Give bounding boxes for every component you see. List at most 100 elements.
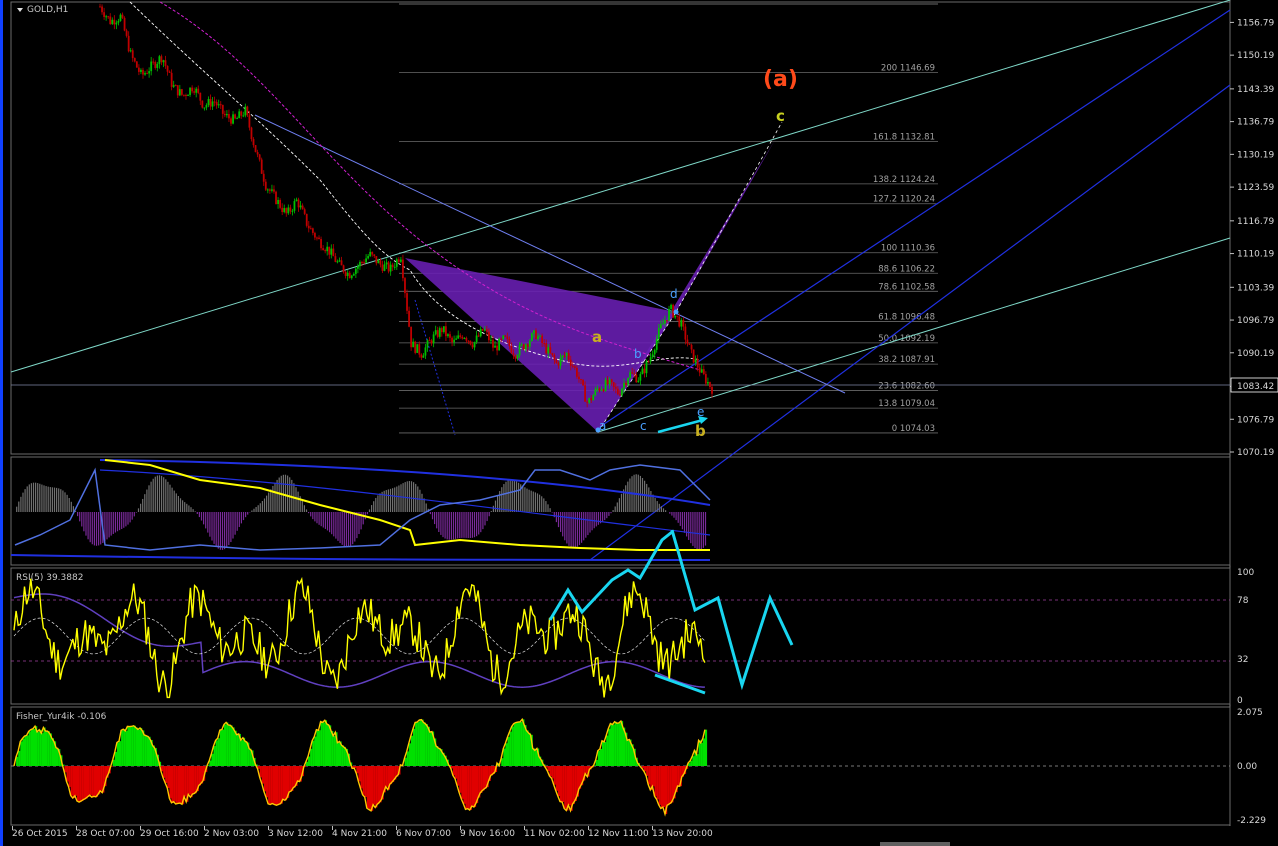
fisher-bar xyxy=(184,766,187,797)
histogram-bar xyxy=(658,503,660,512)
chart-window[interactable]: GOLD,H1 200 1146.69 161.8 1132.81 138.2 11… xyxy=(0,0,1278,846)
fisher-bar xyxy=(93,766,96,797)
histogram-bar xyxy=(345,512,347,547)
histogram-bar xyxy=(251,510,253,512)
candle-body xyxy=(387,262,390,272)
histogram-bar xyxy=(419,489,421,512)
histogram-bar xyxy=(137,508,140,512)
bottom-scrollbar[interactable] xyxy=(880,842,950,846)
candle-body xyxy=(479,328,482,337)
histogram-bar xyxy=(608,512,610,516)
histogram-bar xyxy=(150,481,152,512)
candle-body xyxy=(375,256,378,264)
candle-body xyxy=(709,382,711,387)
candle-body xyxy=(565,353,568,356)
candle-body xyxy=(690,344,693,350)
candle-body xyxy=(596,388,599,390)
histogram-bar xyxy=(337,512,339,541)
candle-body xyxy=(268,189,271,191)
candle-body xyxy=(406,293,408,311)
histogram-bar xyxy=(389,488,392,512)
candle-body xyxy=(334,256,337,262)
histogram-bar xyxy=(429,512,431,515)
price-tick-label: 1123.59 xyxy=(1237,183,1274,193)
fisher-bar xyxy=(83,766,86,800)
histogram-bar xyxy=(213,512,215,544)
fisher-bar xyxy=(597,750,600,766)
histogram-bar xyxy=(81,512,83,527)
candle-body xyxy=(281,207,284,213)
fisher-panel[interactable]: Fisher_Yur4ik -0.106 2.075 0.00 -2.229 xyxy=(10,706,1266,826)
histogram-bar xyxy=(182,500,184,512)
candle-body xyxy=(402,259,404,279)
fib-level-label: 88.6 1106.22 xyxy=(878,264,935,274)
fisher-bar xyxy=(87,766,90,797)
candle-body xyxy=(608,379,611,385)
histogram-bar xyxy=(177,495,179,512)
fisher-bar xyxy=(608,728,611,766)
rsi-panel[interactable]: RSI(5) 39.3882 100 78 32 0 xyxy=(10,529,1254,706)
candle-body xyxy=(361,261,363,263)
candle-body xyxy=(694,359,697,363)
histogram-bar xyxy=(146,489,148,512)
histogram-bar xyxy=(257,505,259,512)
fib-level-label: 127.2 1120.24 xyxy=(873,195,935,205)
histogram-bar xyxy=(505,481,507,512)
candle-body xyxy=(232,114,234,124)
histogram-bar xyxy=(207,512,209,533)
candle-body xyxy=(414,341,417,353)
main-price-panel[interactable]: GOLD,H1 200 1146.69 161.8 1132.81 138.2 11… xyxy=(10,0,1278,561)
fisher-bar xyxy=(555,766,558,791)
fisher-bar xyxy=(366,766,369,809)
histogram-bar xyxy=(377,495,379,512)
histogram-bar xyxy=(310,512,312,517)
fisher-bar xyxy=(85,766,88,799)
candle-body xyxy=(258,154,261,160)
envelope-blue-line xyxy=(14,464,711,551)
symbol-dropdown-icon[interactable] xyxy=(17,8,23,12)
time-tick-label: 6 Nov 07:00 xyxy=(396,829,451,839)
candle-body xyxy=(502,335,505,339)
fisher-bar xyxy=(119,741,122,766)
candle-body xyxy=(236,118,239,120)
fisher-bar xyxy=(308,756,311,766)
candle-body xyxy=(346,272,349,277)
histogram-bar xyxy=(507,480,509,512)
price-tick-label: 1116.79 xyxy=(1237,217,1274,227)
fisher-tick-label: 0.00 xyxy=(1237,762,1257,772)
fisher-bar xyxy=(385,766,388,787)
candle-body xyxy=(264,181,267,190)
fisher-bar xyxy=(289,766,292,792)
candle-body xyxy=(598,388,601,391)
fisher-bar xyxy=(471,766,474,807)
histogram-bar xyxy=(112,512,114,534)
candle-body xyxy=(594,389,597,396)
envelope-indicator-panel[interactable] xyxy=(10,456,1231,566)
fisher-bar xyxy=(652,766,655,787)
fisher-bar xyxy=(377,766,380,805)
histogram-bar xyxy=(356,512,358,539)
histogram-bar xyxy=(329,512,331,533)
histogram-bar xyxy=(702,512,704,548)
candle-body xyxy=(277,199,279,205)
fib-level-label: 61.8 1096.48 xyxy=(878,313,935,323)
candle-body xyxy=(207,98,210,106)
fisher-bar xyxy=(234,730,237,766)
histogram-bar xyxy=(629,478,631,512)
fisher-bar xyxy=(261,766,264,784)
candle-body xyxy=(508,339,511,347)
histogram-bar xyxy=(581,512,583,543)
candle-body xyxy=(311,228,314,233)
time-tick-label: 26 Oct 2015 xyxy=(12,829,68,839)
candle-body xyxy=(330,248,333,255)
histogram-bar xyxy=(698,512,700,550)
fisher-bar xyxy=(406,751,409,766)
fib-level-label: 23.6 1082.60 xyxy=(878,381,935,391)
fib-level-label: 100 1110.36 xyxy=(881,244,935,254)
fisher-tick-label: 2.075 xyxy=(1237,708,1263,718)
candle-body xyxy=(557,362,560,366)
candle-body xyxy=(127,35,130,52)
fisher-bar xyxy=(125,730,128,766)
candle-body xyxy=(582,379,584,386)
candle-body xyxy=(612,382,615,387)
